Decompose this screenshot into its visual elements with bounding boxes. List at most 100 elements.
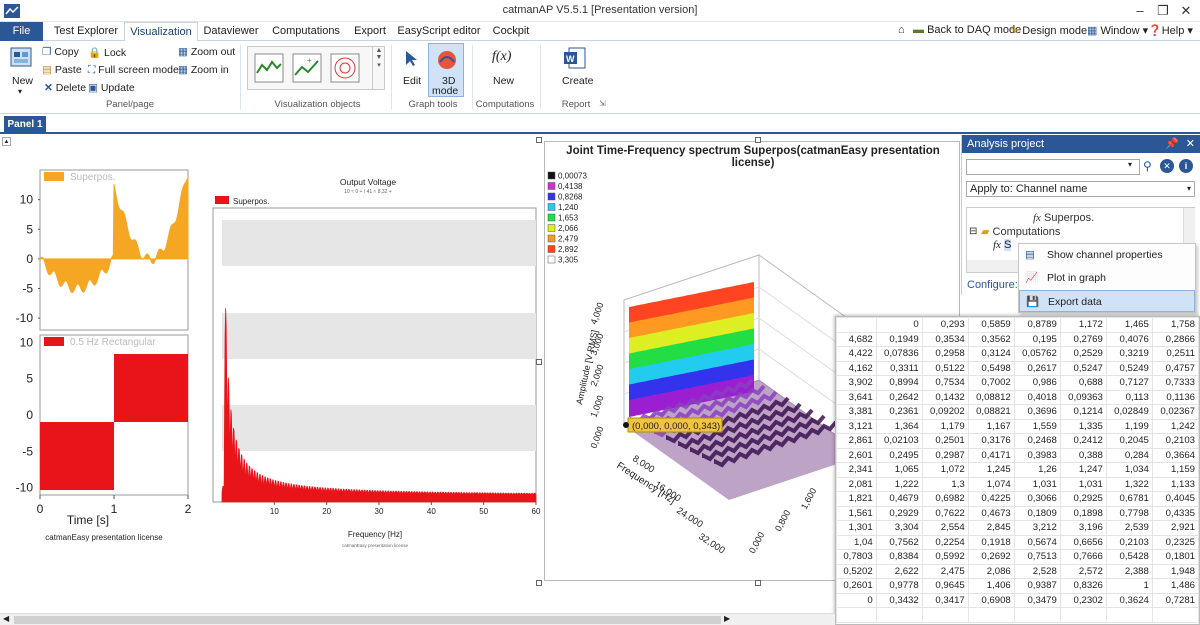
- edit-button[interactable]: Edit: [403, 75, 421, 87]
- table-cell[interactable]: 0,7333: [1151, 375, 1200, 391]
- table-cell[interactable]: 1,948: [1151, 563, 1200, 579]
- full-screen-mode-button[interactable]: ⛶ Full screen mode: [88, 64, 179, 77]
- close-button[interactable]: ✕: [1176, 3, 1196, 19]
- table-cell[interactable]: 0,2501: [921, 433, 969, 449]
- table-cell[interactable]: 1,159: [1151, 462, 1200, 478]
- table-cell[interactable]: 0,2468: [1013, 433, 1061, 449]
- table-cell[interactable]: 0,2412: [1059, 433, 1107, 449]
- table-cell[interactable]: 1,222: [875, 476, 923, 492]
- table-cell[interactable]: 0,4225: [967, 491, 1015, 507]
- scroll-up-arrow[interactable]: ▲: [2, 137, 11, 146]
- table-cell[interactable]: 1,167: [967, 418, 1015, 434]
- table-cell[interactable]: 0,1898: [1059, 505, 1107, 521]
- table-cell[interactable]: 2,622: [875, 563, 923, 579]
- table-cell[interactable]: 0,8326: [1059, 578, 1107, 594]
- table-cell[interactable]: 0,3417: [921, 592, 969, 608]
- table-cell[interactable]: 2,086: [967, 563, 1015, 579]
- table-cell[interactable]: 1,072: [921, 462, 969, 478]
- table-cell[interactable]: 0,3696: [1013, 404, 1061, 420]
- table-cell[interactable]: 0,5498: [967, 360, 1015, 376]
- table-cell[interactable]: 2,528: [1013, 563, 1061, 579]
- channel-search-input[interactable]: [966, 159, 1140, 175]
- table-row[interactable]: 4,162 0,3311 0,5122 0,5498 0,2617 0,5247 0,524…: [836, 360, 1200, 376]
- table-cell[interactable]: 0,2529: [1059, 346, 1107, 362]
- 3d-mode-button[interactable]: 3D mode: [428, 43, 464, 97]
- tab-test-explorer[interactable]: Test Explorer: [48, 22, 124, 41]
- table-row[interactable]: 0,7803 0,8384 0,5992 0,2692 0,7513 0,7666 0,54…: [836, 549, 1200, 565]
- table-cell[interactable]: 0,5122: [921, 360, 969, 376]
- table-cell[interactable]: 1,179: [921, 418, 969, 434]
- table-cell[interactable]: 1,335: [1059, 418, 1107, 434]
- table-cell[interactable]: 0,2254: [921, 534, 969, 550]
- back-to-daq-mode-link[interactable]: ▬ Back to DAQ mode: [913, 24, 1021, 36]
- table-cell[interactable]: 0,4045: [1151, 491, 1200, 507]
- table-cell[interactable]: 0,7281: [1151, 592, 1200, 608]
- scroll-left-arrow[interactable]: ◀: [3, 614, 9, 623]
- close-pane-icon[interactable]: ✕: [1186, 135, 1195, 153]
- tree-folder-computations[interactable]: ▰ Computations: [981, 225, 1060, 238]
- table-cell[interactable]: 0,2511: [1151, 346, 1200, 362]
- table-row[interactable]: 2,601 0,2495 0,2987 0,4171 0,3983 0,388 0,284 0…: [836, 447, 1200, 463]
- tree-collapse-toggle[interactable]: ⊟: [969, 226, 977, 237]
- table-row[interactable]: 1,821 0,4679 0,6982 0,4225 0,3066 0,2925 0,678…: [836, 491, 1200, 507]
- table-cell[interactable]: 0,2866: [1151, 331, 1200, 347]
- menu-item-show-channel-properties[interactable]: ▤ Show channel properties: [1019, 244, 1195, 266]
- new-computation-button[interactable]: New: [493, 75, 514, 87]
- table-cell[interactable]: 0,2361: [875, 404, 923, 420]
- table-cell[interactable]: 0,7127: [1105, 375, 1153, 391]
- table-cell[interactable]: 0,1136: [1151, 389, 1200, 405]
- restore-button[interactable]: ❐: [1153, 3, 1173, 19]
- table-cell[interactable]: 0,02367: [1151, 404, 1200, 420]
- table-cell[interactable]: 0,2302: [1059, 592, 1107, 608]
- horizontal-scrollbar[interactable]: ◀ ▶: [0, 613, 835, 625]
- table-row[interactable]: 2,861 0,02103 0,2501 0,3176 0,2468 0,2412 0,20…: [836, 433, 1200, 449]
- table-cell[interactable]: 0,6656: [1059, 534, 1107, 550]
- table-cell[interactable]: 3,902: [836, 375, 877, 391]
- zoom-in-button[interactable]: ▦ Zoom in: [178, 64, 229, 76]
- table-cell[interactable]: 0,2103: [1105, 534, 1153, 550]
- table-cell[interactable]: 1,04: [836, 534, 877, 550]
- table-cell[interactable]: 3,121: [836, 418, 877, 434]
- table-cell[interactable]: 2,081: [836, 476, 877, 492]
- new-button[interactable]: New: [12, 75, 33, 87]
- table-row[interactable]: 1,561 0,2929 0,7622 0,4673 0,1809 0,1898 0,779…: [836, 505, 1200, 521]
- table-row[interactable]: 3,381 0,2361 0,09202 0,08821 0,3696 0,1214 0,0…: [836, 404, 1200, 420]
- table-row[interactable]: 1,04 0,7562 0,2254 0,1918 0,5674 0,6656 0,2103…: [836, 534, 1200, 550]
- resize-handle[interactable]: [755, 137, 761, 143]
- table-cell[interactable]: 0,02103: [875, 433, 923, 449]
- table-cell[interactable]: 3,196: [1059, 520, 1107, 536]
- table-cell[interactable]: 3,381: [836, 404, 877, 420]
- table-cell[interactable]: 0,7666: [1059, 549, 1107, 565]
- table-cell[interactable]: 1: [1105, 578, 1153, 594]
- table-cell[interactable]: 4,162: [836, 360, 877, 376]
- table-cell[interactable]: 0,5992: [921, 549, 969, 565]
- table-row[interactable]: 0 0,3432 0,3417 0,6908 0,3479 0,2302 0,3624 0,7…: [836, 592, 1200, 608]
- resize-handle[interactable]: [536, 359, 542, 365]
- table-cell[interactable]: 0,195: [1013, 331, 1061, 347]
- table-cell[interactable]: 0,1432: [921, 389, 969, 405]
- table-cell[interactable]: 0,2325: [1151, 534, 1200, 550]
- table-cell[interactable]: 1,031: [1059, 476, 1107, 492]
- table-cell[interactable]: 4,422: [836, 346, 877, 362]
- table-cell[interactable]: 0,7534: [921, 375, 969, 391]
- table-cell[interactable]: 0,284: [1105, 447, 1153, 463]
- table-cell[interactable]: 3,212: [1013, 520, 1061, 536]
- table-cell[interactable]: 2,845: [967, 520, 1015, 536]
- table-cell[interactable]: 0,3176: [967, 433, 1015, 449]
- table-cell[interactable]: 1,559: [1013, 418, 1061, 434]
- table-cell[interactable]: 0,4171: [967, 447, 1015, 463]
- copy-button[interactable]: ❐ Copy: [42, 46, 79, 58]
- table-cell[interactable]: 1,26: [1013, 462, 1061, 478]
- table-cell[interactable]: 0,3311: [875, 360, 923, 376]
- table-cell[interactable]: 0,4076: [1105, 331, 1153, 347]
- table-cell[interactable]: 2,554: [921, 520, 969, 536]
- resize-handle[interactable]: [755, 580, 761, 586]
- table-cell[interactable]: 1,199: [1105, 418, 1153, 434]
- create-report-button[interactable]: Create: [562, 75, 594, 87]
- table-cell[interactable]: 0,5202: [836, 563, 877, 579]
- table-row[interactable]: 1,301 3,304 2,554 2,845 3,212 3,196 2,539 2,921: [836, 520, 1200, 536]
- table-cell[interactable]: 0,3664: [1151, 447, 1200, 463]
- table-cell[interactable]: 1,034: [1105, 462, 1153, 478]
- apply-to-select[interactable]: Apply to: Channel name ▾: [966, 181, 1195, 197]
- table-cell[interactable]: 0,3124: [967, 346, 1015, 362]
